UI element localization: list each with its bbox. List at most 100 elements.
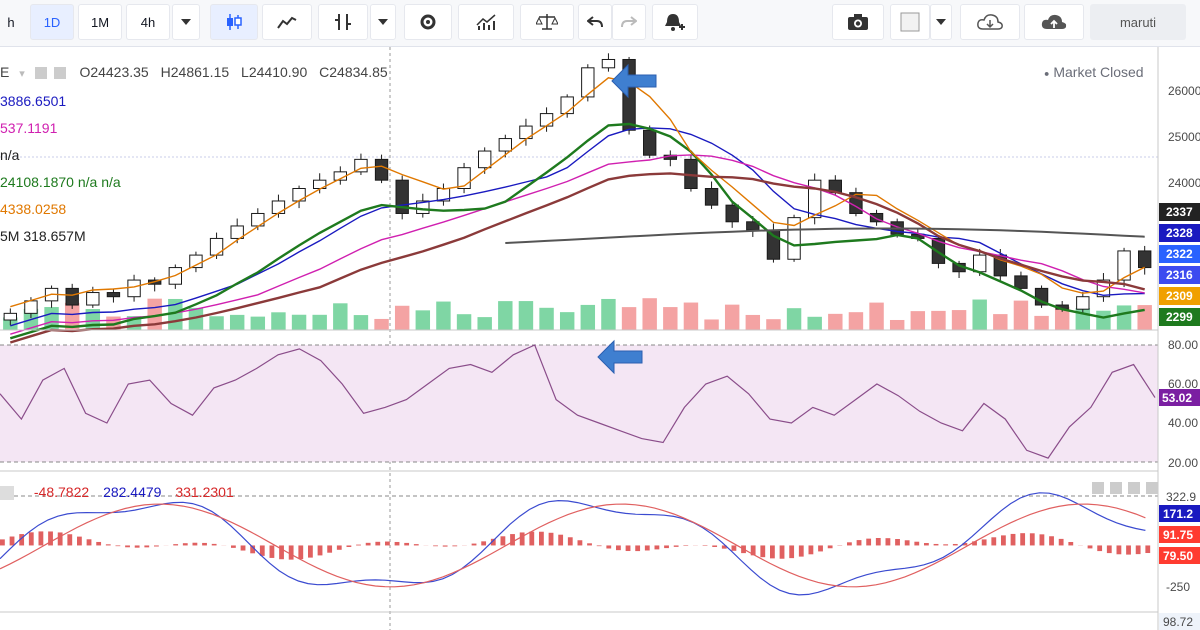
username-button[interactable]: maruti: [1090, 4, 1186, 40]
macd-histogram-bar: [606, 545, 612, 549]
volume-bar: [1013, 300, 1029, 330]
macd-histogram-bar: [1087, 545, 1093, 549]
macd-settings-icon[interactable]: [0, 486, 14, 501]
volume-bar: [498, 301, 513, 330]
settings-small-icon[interactable]: [53, 67, 66, 80]
volume-bar: [848, 312, 864, 330]
price-tag: 2328: [1159, 224, 1200, 242]
volume-bar: [312, 314, 327, 330]
svg-text:2309: 2309: [1166, 289, 1193, 303]
undo-icon[interactable]: [578, 4, 612, 40]
chart-area[interactable]: 26000 25000 24000 2337 2328 2322 2316 2309 22…: [0, 47, 1200, 630]
macd-histogram-bar: [644, 545, 650, 551]
indicators-icon[interactable]: [458, 4, 514, 40]
pane-maximize-icon[interactable]: [1128, 482, 1140, 494]
volume-bar: [1116, 305, 1132, 330]
eye-icon[interactable]: [34, 67, 47, 80]
compare-scale-icon[interactable]: [520, 4, 574, 40]
svg-text:2299: 2299: [1166, 310, 1193, 324]
volume-bar: [931, 310, 946, 330]
rsi-tick-1: 80.00: [1168, 338, 1198, 352]
volume-bar: [683, 302, 699, 330]
price-tick-1: 26000: [1168, 84, 1200, 98]
redo-icon[interactable]: [612, 4, 646, 40]
rsi-tick-2: 60.00: [1168, 377, 1198, 391]
macd-histogram-bar: [924, 543, 929, 546]
volume-bar: [394, 305, 410, 330]
volume-bar: [828, 313, 843, 330]
volume-bar: [807, 316, 822, 330]
pane-down-icon[interactable]: [1110, 482, 1122, 494]
layout-dropdown-icon[interactable]: [930, 4, 952, 40]
volume-bar: [456, 314, 472, 330]
volume-bar: [518, 301, 534, 330]
macd-histogram-bar: [875, 538, 881, 546]
macd-histogram-bar: [471, 543, 477, 546]
macd-histogram-bar: [394, 541, 400, 546]
macd-histogram-bar: [519, 532, 525, 546]
price-tick-3: 24000: [1168, 176, 1200, 190]
macd-histogram-bar: [1039, 534, 1045, 546]
macd-histogram-bar: [981, 539, 987, 546]
macd-histogram-bar: [1097, 545, 1103, 552]
macd-histogram-bar: [664, 545, 669, 549]
macd-histogram-bar: [211, 543, 217, 546]
macd-histogram-bar: [86, 539, 92, 546]
macd-histogram-bar: [9, 536, 15, 546]
volume-bar: [209, 316, 224, 330]
legend-symbol[interactable]: E ▾ O24423.35 H24861.15 L24410.90 C24834…: [0, 64, 388, 80]
interval-4h[interactable]: 4h: [126, 4, 170, 40]
interval-h[interactable]: h: [0, 4, 22, 40]
macd-histogram-bar: [991, 537, 997, 546]
macd-histogram-bar: [500, 536, 506, 546]
volume-bar: [436, 301, 451, 330]
bars-icon[interactable]: [318, 4, 368, 40]
low-value: 24410.90: [248, 64, 308, 80]
candle: [684, 154, 698, 192]
candle: [395, 175, 409, 220]
camera-icon[interactable]: [832, 4, 884, 40]
macd-histogram-bar: [115, 545, 121, 547]
macd-histogram-bar: [202, 542, 207, 546]
market-status: ● Market Closed: [1044, 64, 1144, 80]
symbol-dropdown-icon[interactable]: ▾: [19, 68, 25, 80]
macd-histogram-bar: [635, 545, 641, 552]
volume-bar: [745, 314, 761, 330]
macd-histogram-bar: [914, 541, 920, 546]
indicator-legend-row: 24108.1870 n/a n/a: [0, 174, 121, 190]
macd-histogram-bar: [1116, 545, 1122, 555]
settings-gear-icon[interactable]: [404, 4, 452, 40]
macd-histogram-bar: [895, 539, 900, 546]
macd-histogram-bar: [375, 541, 381, 546]
market-status-label: Market Closed: [1053, 64, 1144, 80]
macd-histogram-bar: [683, 545, 689, 546]
cloud-download-icon[interactable]: [960, 4, 1020, 40]
price-tag: 2309: [1159, 287, 1200, 305]
candle: [374, 154, 389, 184]
macd-histogram-bar: [731, 545, 737, 551]
svg-text:171.2: 171.2: [1163, 507, 1193, 521]
macd-histogram-bar: [856, 540, 862, 546]
macd-histogram-bar: [933, 543, 939, 546]
pane-close-icon[interactable]: [1146, 482, 1158, 494]
chart-type-dropdown-icon[interactable]: [370, 4, 396, 40]
macd-histogram-bar: [452, 545, 458, 547]
interval-1d[interactable]: 1D: [30, 4, 74, 40]
macd-histogram-bar: [529, 531, 535, 546]
volume-bar: [724, 304, 740, 330]
interval-1m[interactable]: 1M: [78, 4, 122, 40]
macd-histogram-bar: [1058, 538, 1064, 546]
candles-icon[interactable]: [210, 4, 258, 40]
macd-histogram-bar: [67, 534, 73, 546]
macd-histogram-bar: [1145, 545, 1151, 554]
interval-dropdown-icon[interactable]: [172, 4, 200, 40]
bottom-pane-value: 98.72: [1163, 615, 1193, 629]
layout-box-icon[interactable]: [890, 4, 930, 40]
pane-up-icon[interactable]: [1092, 482, 1104, 494]
cloud-upload-icon[interactable]: [1024, 4, 1084, 40]
macd-histogram-bar: [770, 545, 775, 559]
add-alert-icon[interactable]: [652, 4, 698, 40]
area-chart-icon[interactable]: [262, 4, 312, 40]
macd-histogram-bar: [904, 540, 910, 546]
candle: [457, 162, 471, 194]
